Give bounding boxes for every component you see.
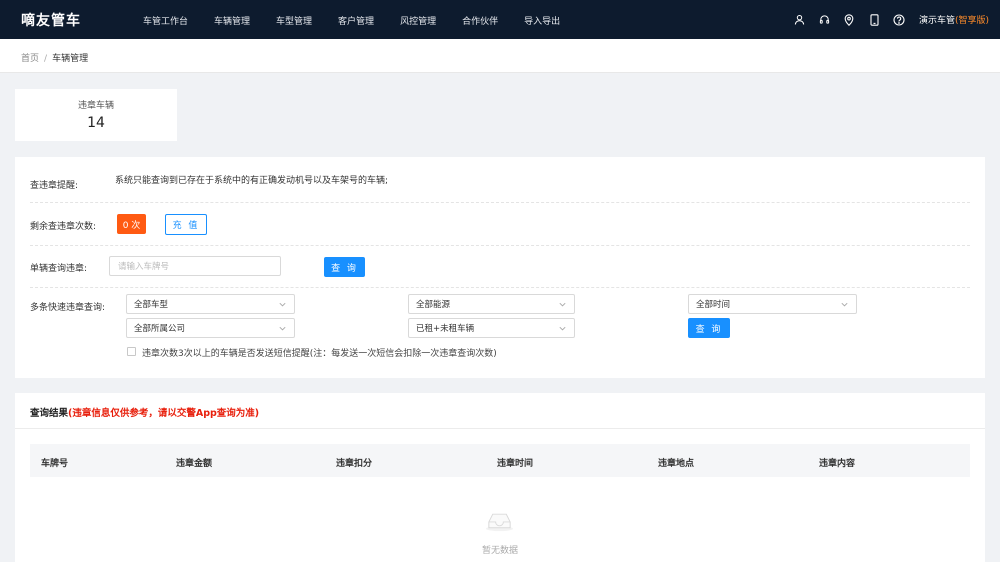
remaining-count-badge: 0 次 — [117, 214, 146, 234]
breadcrumb-separator: / — [44, 54, 48, 64]
chevron-down-icon — [279, 326, 286, 331]
main-nav: 车管工作台 车辆管理 车型管理 客户管理 风控管理 合作伙伴 导入导出 — [143, 14, 586, 27]
results-title: 查询结果(违章信息仅供参考，请以交警App查询为准) — [30, 405, 259, 419]
location-icon[interactable] — [837, 0, 862, 39]
rent-status-select[interactable]: 已租+未租车辆 — [408, 318, 575, 338]
chevron-down-icon — [559, 302, 566, 307]
header-tools: 演示车管(智享版) — [787, 0, 1000, 39]
empty-state-text: 暂无数据 — [481, 546, 518, 556]
nav-item-vehicles[interactable]: 车辆管理 — [214, 14, 250, 27]
results-note: (违章信息仅供参考，请以交警App查询为准) — [68, 408, 260, 419]
multi-query-label: 多条快速违章查询: — [30, 303, 106, 313]
nav-item-risk-control[interactable]: 风控管理 — [400, 14, 436, 27]
company-select[interactable]: 全部所属公司 — [126, 318, 295, 338]
column-header-content: 违章内容 — [819, 459, 856, 469]
results-panel: 查询结果(违章信息仅供参考，请以交警App查询为准) 车牌号 违章金额 违章扣分… — [15, 393, 985, 562]
sms-reminder-checkbox[interactable] — [127, 347, 136, 356]
stat-label: 违章车辆 — [77, 101, 114, 111]
nav-item-partners[interactable]: 合作伙伴 — [462, 14, 498, 27]
recharge-button[interactable]: 充 值 — [165, 214, 207, 235]
edition-badge: (智享版) — [954, 16, 989, 26]
nav-item-dashboard[interactable]: 车管工作台 — [143, 14, 188, 27]
single-query-button[interactable]: 查 询 — [324, 257, 365, 277]
multi-query-button[interactable]: 查 询 — [688, 318, 730, 338]
divider — [15, 428, 985, 429]
top-navbar: 嘀友管车 车管工作台 车辆管理 车型管理 客户管理 风控管理 合作伙伴 导入导出… — [0, 0, 1000, 39]
single-query-label: 单辆查询违章: — [30, 264, 88, 274]
reminder-row: 查违章提醒: 系统只能查询到已存在于系统中的有正确发动机号以及车架号的车辆; — [30, 157, 970, 203]
user-icon[interactable] — [787, 0, 812, 39]
plate-number-input[interactable]: 请输入车牌号 — [109, 256, 281, 276]
breadcrumb: 首页 / 车辆管理 — [21, 51, 88, 64]
column-header-time: 违章时间 — [497, 459, 534, 469]
reminder-text: 系统只能查询到已存在于系统中的有正确发动机号以及车架号的车辆; — [115, 176, 389, 186]
sms-reminder-label[interactable]: 违章次数3次以上的车辆是否发送短信提醒(注：每发送一次短信会扣除一次违章查询次数… — [142, 346, 497, 359]
chevron-down-icon — [559, 326, 566, 331]
stat-value: 14 — [87, 115, 105, 131]
app-logo[interactable]: 嘀友管车 — [21, 10, 81, 30]
divider — [30, 245, 970, 246]
column-header-plate: 车牌号 — [41, 459, 69, 469]
vehicle-type-value: 全部车型 — [134, 300, 169, 310]
breadcrumb-bar: 首页 / 车辆管理 — [0, 39, 1000, 73]
company-value: 全部所属公司 — [134, 324, 186, 334]
user-name: 演示车管 — [918, 16, 955, 26]
time-value: 全部时间 — [696, 300, 731, 310]
results-table-header: 车牌号 违章金额 违章扣分 违章时间 违章地点 违章内容 — [30, 444, 970, 477]
empty-inbox-icon — [485, 513, 514, 532]
column-header-points: 违章扣分 — [336, 459, 373, 469]
results-title-text: 查询结果 — [30, 408, 69, 419]
breadcrumb-home[interactable]: 首页 — [21, 54, 39, 64]
chevron-down-icon — [841, 302, 848, 307]
breadcrumb-current: 车辆管理 — [52, 54, 89, 64]
user-menu[interactable]: 演示车管(智享版) — [919, 13, 989, 26]
plate-number-placeholder: 请输入车牌号 — [118, 262, 170, 272]
energy-select[interactable]: 全部能源 — [408, 294, 575, 314]
nav-item-vehicle-models[interactable]: 车型管理 — [276, 14, 312, 27]
headset-icon[interactable] — [812, 0, 837, 39]
violation-stat-card[interactable]: 违章车辆 14 — [15, 89, 177, 141]
nav-item-customers[interactable]: 客户管理 — [338, 14, 374, 27]
remaining-label: 剩余查违章次数: — [30, 222, 97, 232]
time-select[interactable]: 全部时间 — [688, 294, 857, 314]
column-header-amount: 违章金额 — [176, 459, 213, 469]
divider — [30, 287, 970, 288]
help-icon[interactable] — [887, 0, 912, 39]
nav-item-import-export[interactable]: 导入导出 — [524, 14, 560, 27]
vehicle-type-select[interactable]: 全部车型 — [126, 294, 295, 314]
reminder-label: 查违章提醒: — [30, 181, 79, 191]
energy-value: 全部能源 — [416, 300, 451, 310]
query-panel: 查违章提醒: 系统只能查询到已存在于系统中的有正确发动机号以及车架号的车辆; 剩… — [15, 157, 985, 378]
mobile-icon[interactable] — [862, 0, 887, 39]
chevron-down-icon — [279, 302, 286, 307]
column-header-location: 违章地点 — [658, 459, 695, 469]
rent-status-value: 已租+未租车辆 — [416, 324, 475, 334]
